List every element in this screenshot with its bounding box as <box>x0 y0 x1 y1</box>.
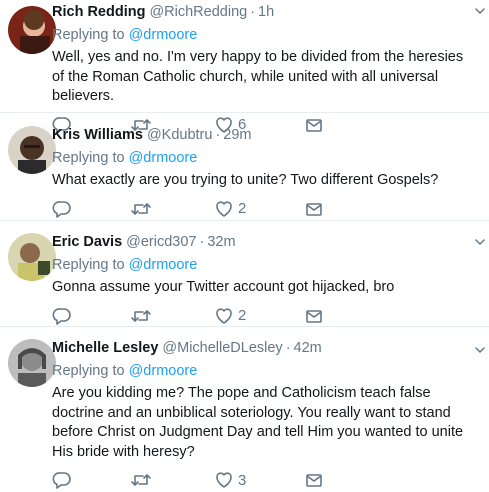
like-count: 2 <box>238 307 247 324</box>
avatar-image <box>8 126 56 174</box>
replying-to: Replying to @drmoore <box>52 257 477 276</box>
retweet-icon <box>131 202 151 215</box>
envelope-icon <box>306 309 322 323</box>
retweet-icon <box>131 474 151 486</box>
like-button[interactable]: 3 <box>214 470 246 490</box>
replying-prefix: Replying to <box>52 363 129 379</box>
timestamp[interactable]: 42m <box>294 340 322 356</box>
replying-to-link[interactable]: @drmoore <box>129 150 198 166</box>
tweet-header: Rich Redding @RichRedding · 1h <box>52 4 477 24</box>
chevron-down-icon[interactable] <box>475 345 485 355</box>
separator: · <box>250 4 256 20</box>
retweet-button[interactable] <box>130 470 152 490</box>
reply-button[interactable] <box>52 199 72 219</box>
timestamp[interactable]: 1h <box>258 4 274 20</box>
tweet[interactable]: Kris Williams @Kdubtru · 29m Replying to… <box>0 113 489 221</box>
tweet-text: What exactly are you trying to unite? Tw… <box>52 172 439 188</box>
like-count: 2 <box>238 200 247 217</box>
chevron-down-icon[interactable] <box>475 6 485 16</box>
tweet-text: Are you kidding me? The pope and Catholi… <box>52 385 464 460</box>
tweet-text: Gonna assume your Twitter account got hi… <box>52 279 395 295</box>
author-name[interactable]: Michelle Lesley <box>52 340 158 356</box>
reply-button[interactable] <box>52 306 72 326</box>
avatar[interactable] <box>8 233 56 281</box>
envelope-icon <box>306 474 322 487</box>
retweet-icon <box>131 309 151 322</box>
reply-button[interactable] <box>52 470 72 490</box>
author-name[interactable]: Kris Williams <box>52 127 143 143</box>
avatar-image <box>8 6 56 54</box>
replying-to-link[interactable]: @drmoore <box>129 257 198 273</box>
tweet-feed: Rich Redding @RichRedding · 1h Replying … <box>0 0 489 489</box>
tweet-text: Well, yes and no. I'm very happy to be d… <box>52 49 464 104</box>
author-handle[interactable]: @Kdubtru <box>147 127 213 143</box>
separator: · <box>199 234 205 250</box>
replying-to-link[interactable]: @drmoore <box>129 27 198 43</box>
replying-to-link[interactable]: @drmoore <box>129 363 198 379</box>
replying-prefix: Replying to <box>52 150 129 166</box>
tweet[interactable]: Rich Redding @RichRedding · 1h Replying … <box>0 0 489 134</box>
like-button[interactable]: 2 <box>214 306 246 326</box>
tweet-header: Eric Davis @ericd307 · 32m <box>52 234 477 254</box>
author-handle[interactable]: @ericd307 <box>126 234 196 250</box>
like-count: 3 <box>238 471 247 489</box>
tweet-header: Kris Williams @Kdubtru · 29m <box>52 127 477 147</box>
tweet[interactable]: Michelle Lesley @MichelleDLesley · 42m R… <box>0 327 489 489</box>
author-name[interactable]: Eric Davis <box>52 234 122 250</box>
heart-icon <box>216 307 232 324</box>
avatar[interactable] <box>8 6 56 54</box>
timestamp[interactable]: 29m <box>223 127 251 143</box>
tweet[interactable]: Eric Davis @ericd307 · 32m Replying to @… <box>0 221 489 327</box>
like-button[interactable]: 2 <box>214 199 246 219</box>
author-handle[interactable]: @RichRedding <box>149 4 247 20</box>
heart-icon <box>216 200 232 217</box>
replying-prefix: Replying to <box>52 257 129 273</box>
replying-to: Replying to @drmoore <box>52 150 477 169</box>
separator: · <box>285 340 291 356</box>
tweet-actions: 2 <box>52 306 477 328</box>
reply-icon <box>52 307 71 325</box>
avatar-image <box>8 233 56 281</box>
replying-to: Replying to @drmoore <box>52 363 477 382</box>
chevron-down-icon[interactable] <box>475 237 485 247</box>
author-handle[interactable]: @MichelleDLesley <box>162 340 282 356</box>
replying-to: Replying to @drmoore <box>52 27 477 46</box>
reply-icon <box>52 200 71 218</box>
heart-icon <box>216 472 232 488</box>
tweet-header: Michelle Lesley @MichelleDLesley · 42m <box>52 340 477 360</box>
retweet-button[interactable] <box>130 199 152 219</box>
avatar-image <box>8 339 56 387</box>
tweet-actions: 2 <box>52 199 477 221</box>
avatar[interactable] <box>8 339 56 387</box>
direct-message-button[interactable] <box>304 470 324 490</box>
direct-message-button[interactable] <box>304 306 324 326</box>
author-name[interactable]: Rich Redding <box>52 4 145 20</box>
direct-message-button[interactable] <box>304 199 324 219</box>
envelope-icon <box>306 202 322 216</box>
replying-prefix: Replying to <box>52 27 129 43</box>
reply-icon <box>52 472 71 489</box>
avatar[interactable] <box>8 126 56 174</box>
retweet-button[interactable] <box>130 306 152 326</box>
separator: · <box>215 127 221 143</box>
tweet-actions: 3 <box>52 470 477 492</box>
timestamp[interactable]: 32m <box>207 234 235 250</box>
